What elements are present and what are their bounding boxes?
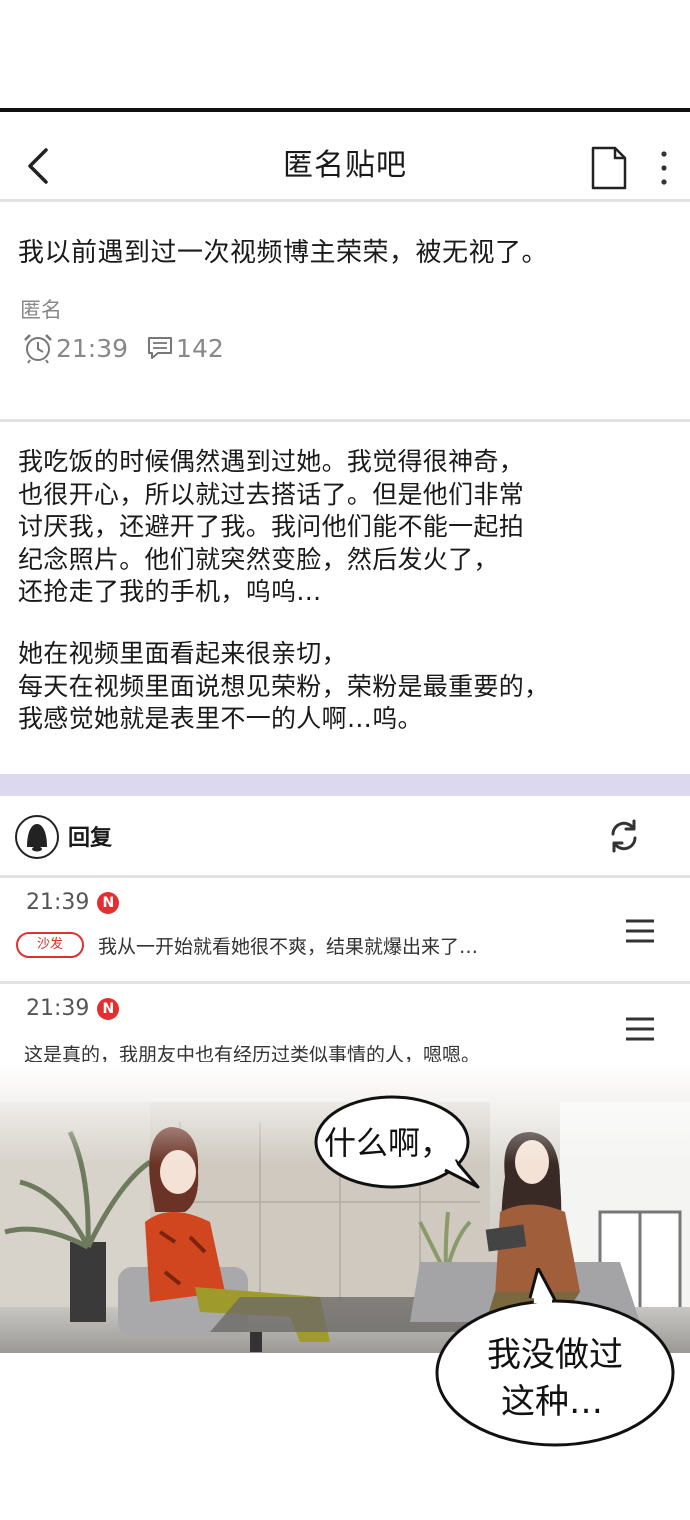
reply-time: 21:39 xyxy=(26,996,90,1021)
document-icon[interactable] xyxy=(590,146,628,190)
speech-bubble-1: 什么啊， xyxy=(324,1124,452,1162)
menu-icon[interactable] xyxy=(624,918,656,944)
reply-time: 21:39 xyxy=(26,890,90,915)
phone-screen: 匿名贴吧 我以前遇到过一次视频博主荣荣，被无视了。 匿名 21:39 142 我… xyxy=(0,108,690,1353)
new-badge: N xyxy=(97,891,120,914)
replies-header: 回复 xyxy=(0,796,690,878)
reply-item[interactable]: 21:39 N 沙发 我从一开始就看她很不爽，结果就爆出来了… xyxy=(0,880,690,984)
sofa-tag: 沙发 xyxy=(16,932,84,958)
post-author: 匿名 xyxy=(20,298,62,322)
alarm-clock-icon xyxy=(24,334,52,364)
section-divider xyxy=(0,774,690,796)
comment-icon xyxy=(148,337,173,359)
speech-bubble-2-line-2: 这种… xyxy=(501,1382,603,1422)
bell-icon xyxy=(15,815,59,859)
reply-time-row: 21:39 N xyxy=(26,890,120,915)
post-time: 21:39 xyxy=(56,333,129,363)
new-badge: N xyxy=(97,997,120,1020)
post-title: 我以前遇到过一次视频博主荣荣，被无视了。 xyxy=(18,238,549,268)
more-vertical-icon[interactable] xyxy=(654,148,674,188)
page-title: 匿名贴吧 xyxy=(283,148,407,183)
app-header: 匿名贴吧 xyxy=(0,112,690,202)
post-body: 我吃饭的时候偶然遇到过她。我觉得很神奇， 也很开心，所以就过去搭话了。但是他们非… xyxy=(0,424,690,772)
speech-bubble-2: 我没做过 这种… xyxy=(435,1268,675,1447)
post-meta: 21:39 142 xyxy=(22,330,224,366)
post-header: 我以前遇到过一次视频博主荣荣，被无视了。 匿名 21:39 142 xyxy=(0,202,690,422)
refresh-icon[interactable] xyxy=(606,818,642,854)
post-paragraph: 我吃饭的时候偶然遇到过她。我觉得很神奇， 也很开心，所以就过去搭话了。但是他们非… xyxy=(18,447,525,606)
post-paragraph: 她在视频里面看起来很亲切， 每天在视频里面说想见荣粉，荣粉是最重要的， 我感觉她… xyxy=(18,639,550,733)
speech-bubble-2-line-1: 我没做过 xyxy=(487,1335,623,1375)
replies-label: 回复 xyxy=(68,826,113,851)
menu-icon[interactable] xyxy=(624,1016,656,1042)
comment-count: 142 xyxy=(176,333,224,363)
reply-time-row: 21:39 N xyxy=(26,996,120,1021)
reply-text: 我从一开始就看她很不爽，结果就爆出来了… xyxy=(98,936,479,958)
top-blank-area xyxy=(0,0,690,110)
